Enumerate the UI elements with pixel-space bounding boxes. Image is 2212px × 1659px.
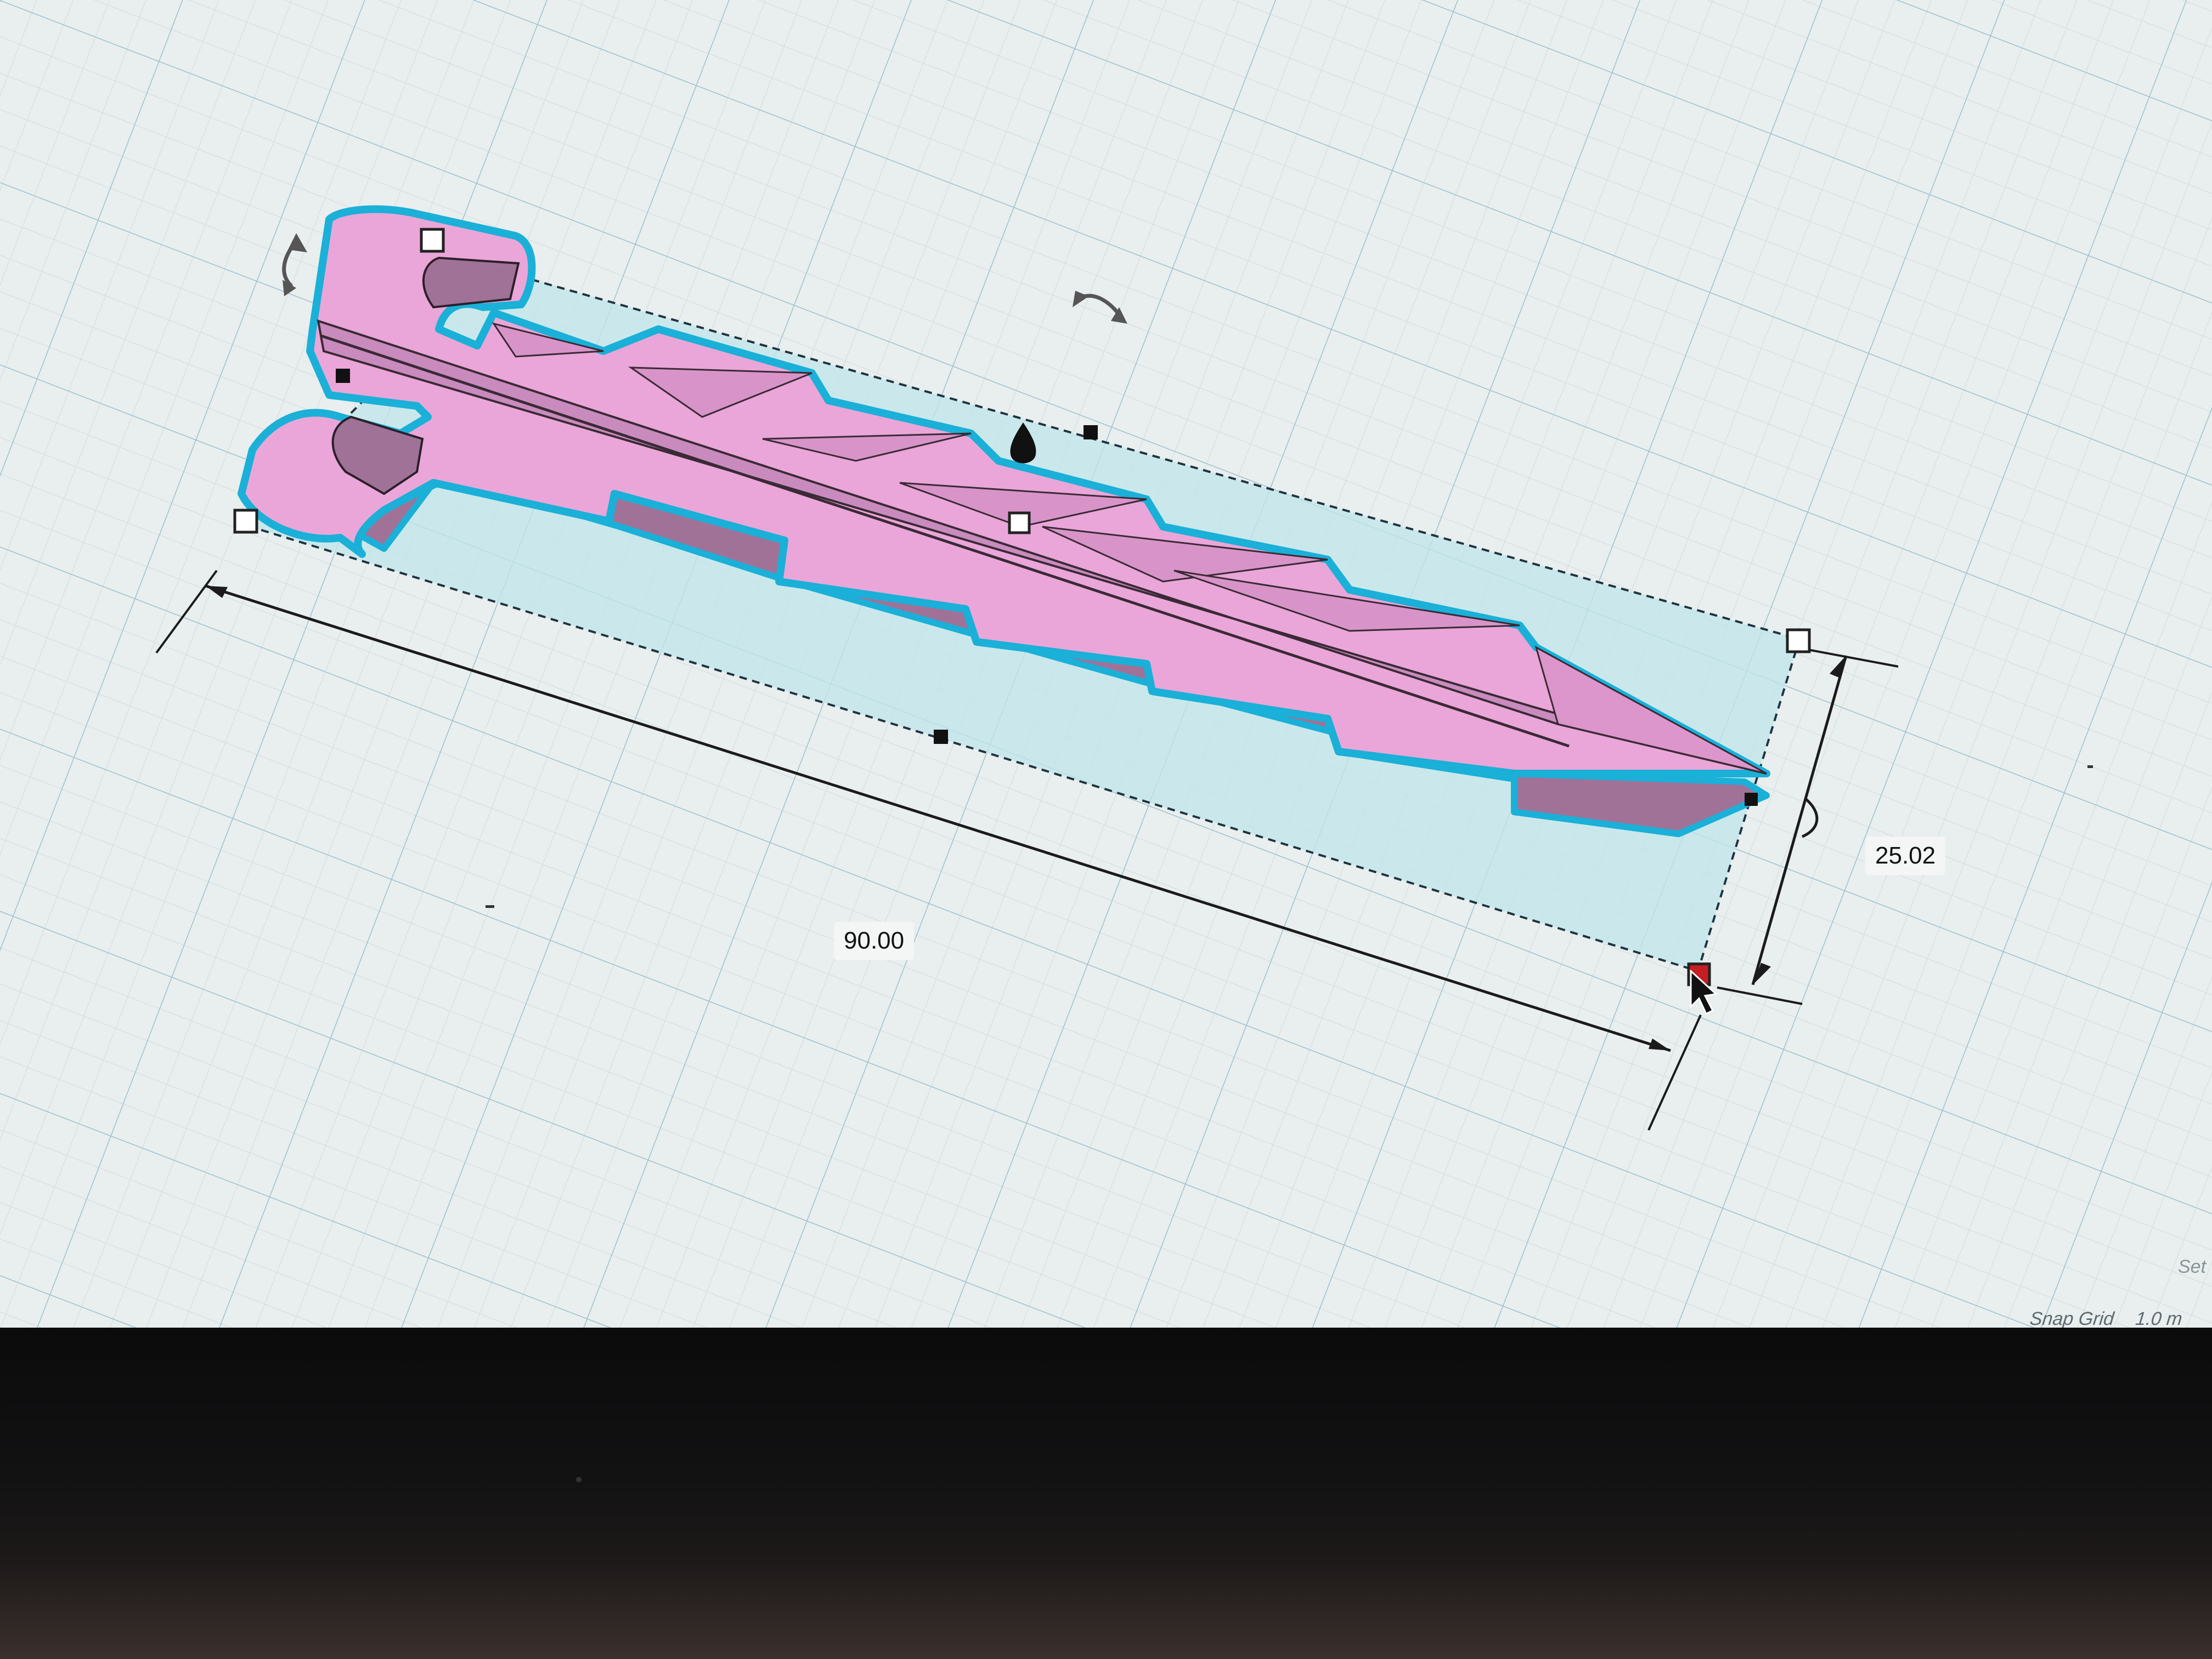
snap-grid-label: Snap Grid xyxy=(2029,1308,2115,1329)
monitor-sensor xyxy=(576,1477,582,1482)
height-handle[interactable] xyxy=(1008,511,1031,534)
corner-handle-top-left[interactable] xyxy=(420,228,445,253)
side-handle-right[interactable] xyxy=(1745,793,1758,806)
length-dimension-label[interactable]: 90.00 xyxy=(834,922,915,960)
monitor-bezel xyxy=(0,1328,2212,1659)
corner-handle-bottom-left[interactable] xyxy=(233,509,258,534)
grid-mark xyxy=(486,905,494,908)
workplane-viewport[interactable]: 90.00 25.02 Set Snap Grid 1.0 m xyxy=(0,0,2212,1339)
corner-handle-top-right[interactable] xyxy=(1786,628,1811,653)
workplane-canvas[interactable] xyxy=(0,0,2212,1339)
side-handle-left[interactable] xyxy=(336,369,350,383)
grid-mark xyxy=(2087,765,2093,768)
snap-grid-control[interactable]: Snap Grid 1.0 m xyxy=(2029,1308,2183,1330)
settings-label[interactable]: Set xyxy=(2178,1256,2206,1278)
side-handle-bottom[interactable] xyxy=(934,730,948,744)
width-dimension-label[interactable]: 25.02 xyxy=(1865,837,1946,875)
snap-grid-value[interactable]: 1.0 m xyxy=(2135,1308,2183,1329)
side-handle-top[interactable] xyxy=(1084,425,1098,439)
